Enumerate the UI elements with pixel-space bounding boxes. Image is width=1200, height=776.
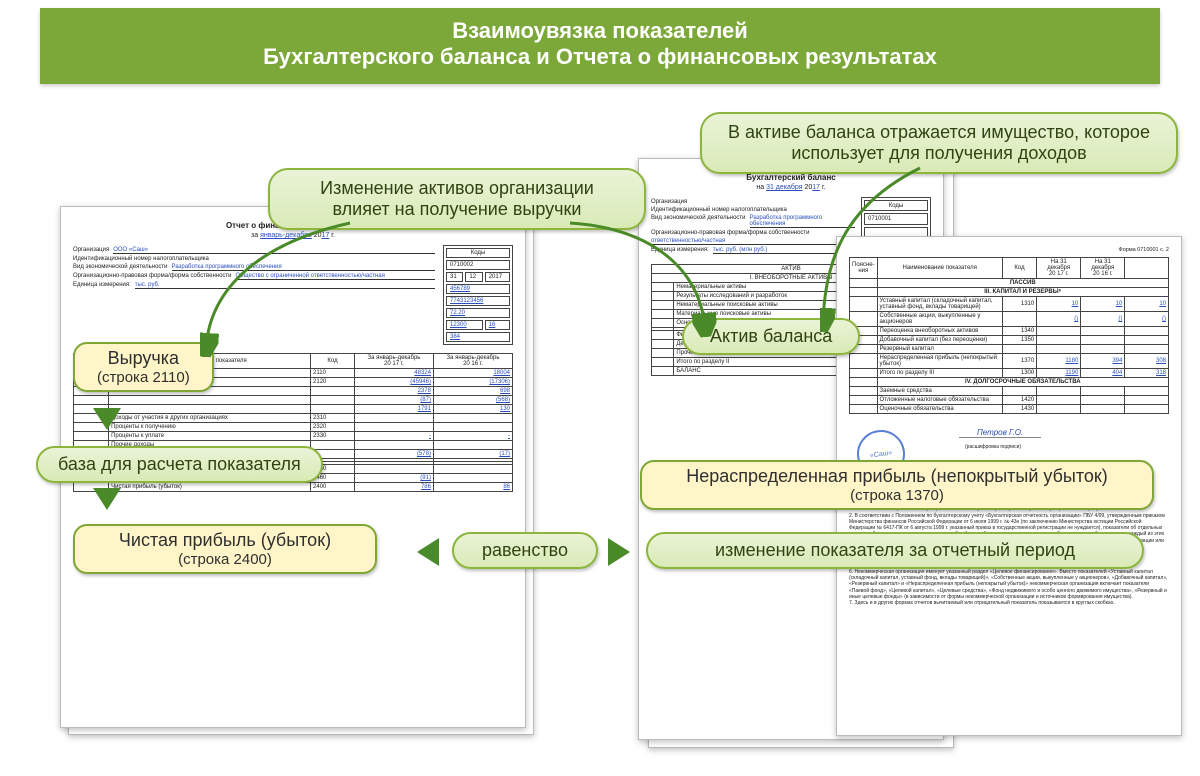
callout-equality: равенство xyxy=(452,532,598,569)
callout-retained: Нераспределенная прибыль (непокрытый убы… xyxy=(640,460,1154,510)
curve-icon xyxy=(200,218,420,358)
curve-icon xyxy=(820,163,980,333)
callout-net-profit: Чистая прибыль (убыток)(строка 2400) xyxy=(73,524,377,574)
title-line-2: Бухгалтерского баланса и Отчета о финанс… xyxy=(40,44,1160,70)
codes-box-left: Коды 0710002 31122017 456789 7743123456 … xyxy=(443,245,513,345)
arrow-down-icon xyxy=(93,488,121,510)
title-bar: Взаимоувязка показателей Бухгалтерского … xyxy=(40,8,1160,84)
callout-revenue: Выручка(строка 2110) xyxy=(73,342,214,392)
callout-base: база для расчета показателя xyxy=(36,446,323,483)
signature: Петров Г.О. xyxy=(959,428,1041,438)
arrow-down-icon xyxy=(93,408,121,430)
title-line-1: Взаимоувязка показателей xyxy=(40,18,1160,44)
arrow-right-icon xyxy=(608,538,630,566)
callout-change: изменение показателя за отчетный период xyxy=(646,532,1144,569)
curve-icon xyxy=(560,218,720,338)
arrow-left-icon xyxy=(417,538,439,566)
